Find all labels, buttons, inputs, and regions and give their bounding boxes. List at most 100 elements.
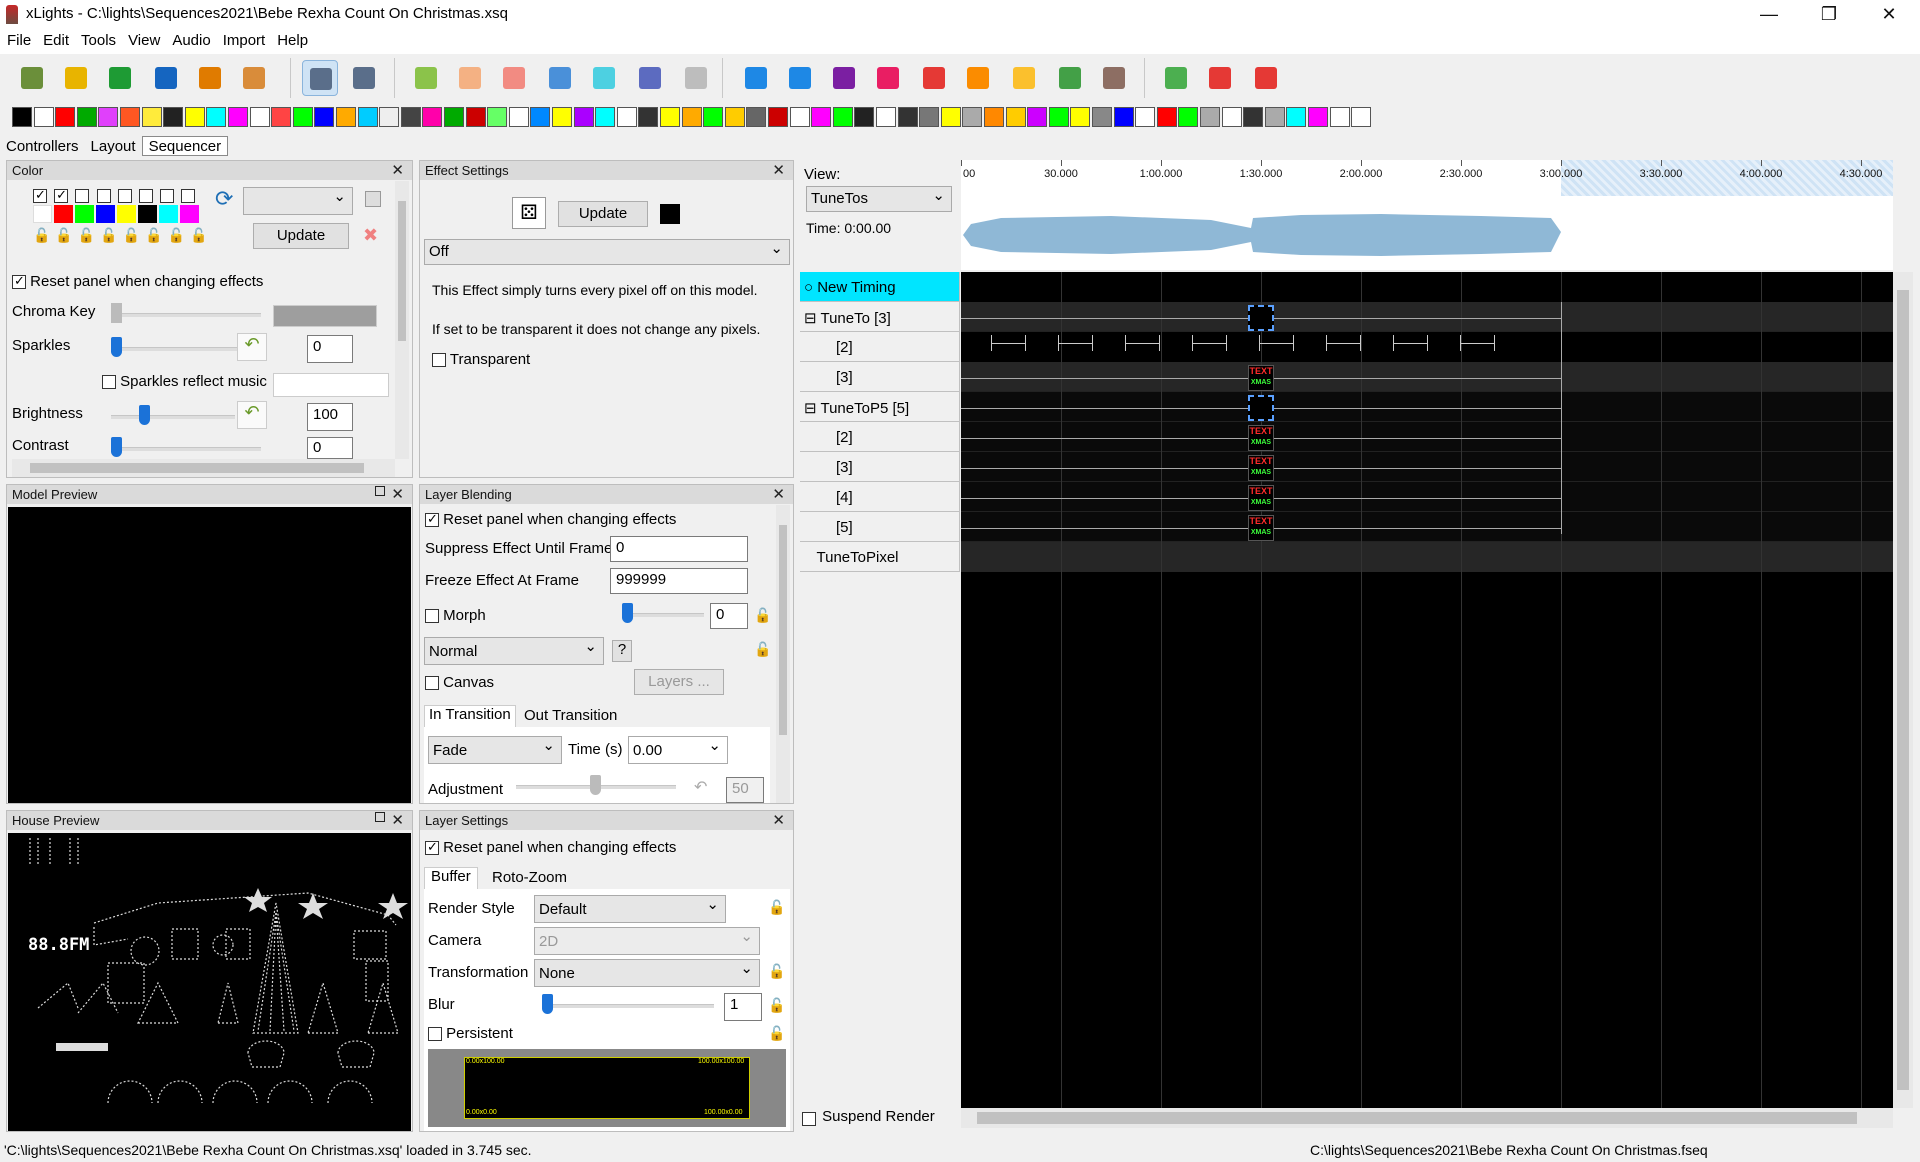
effect-palette-item[interactable] (292, 107, 313, 127)
blur-lock-icon[interactable]: 🔓 (768, 997, 785, 1014)
layer-blend-icon[interactable] (870, 60, 906, 96)
effect-palette-item[interactable] (573, 107, 594, 127)
contrast-slider-thumb[interactable] (111, 437, 122, 457)
effect-palette-item[interactable] (703, 107, 724, 127)
jukebox-icon[interactable] (1248, 60, 1284, 96)
effect-palette-item[interactable] (487, 107, 508, 127)
effect-palette-item[interactable] (789, 107, 810, 127)
effect-palette-item[interactable] (1048, 107, 1069, 127)
model-row-header[interactable]: [2] (800, 422, 960, 452)
effect-palette-item[interactable] (336, 107, 356, 127)
effect-palette-item[interactable] (768, 107, 788, 127)
suspend-render-checkbox[interactable] (802, 1112, 816, 1127)
effect-palette-item[interactable] (1200, 107, 1220, 127)
maximize-button[interactable]: ❐ (1800, 0, 1858, 30)
effect-palette-item[interactable] (465, 107, 486, 127)
contrast-value-input[interactable]: 0 (307, 437, 353, 459)
sparkles-slider-thumb[interactable] (111, 337, 122, 357)
palette-checkbox[interactable] (160, 189, 175, 204)
palette-checkbox[interactable] (75, 189, 90, 204)
maximize-icon[interactable] (375, 486, 385, 496)
effect-palette-item[interactable] (552, 107, 572, 127)
waveform[interactable] (961, 212, 1561, 258)
new-document-icon[interactable] (58, 60, 94, 96)
color-panel-vscroll[interactable] (395, 181, 409, 459)
effect-palette-item[interactable] (55, 107, 76, 127)
timing-mark[interactable] (1125, 343, 1159, 344)
chroma-slider-thumb[interactable] (111, 303, 122, 323)
palette-checkbox[interactable] (33, 187, 47, 204)
effect-palette-item[interactable] (616, 107, 637, 127)
model-row-header[interactable]: [3] (800, 362, 960, 392)
morph-checkbox[interactable] (425, 609, 439, 624)
brightness-value-input[interactable]: 100 (307, 403, 353, 431)
fast-forward-icon[interactable] (586, 60, 622, 96)
color-panel-hscroll[interactable] (12, 459, 395, 477)
replay-icon[interactable] (632, 60, 668, 96)
transition-time-input[interactable]: 0.00 (628, 736, 728, 764)
palette-swatch[interactable] (117, 205, 136, 223)
randomize-dice-icon[interactable]: ⚄ (512, 197, 546, 229)
palette-lock-icons[interactable]: 🔓🔓🔓🔓🔓🔓🔓🔓 (33, 227, 212, 244)
effect-palette-item[interactable] (271, 107, 292, 127)
reset-panel-checkbox[interactable] (12, 273, 26, 290)
tab-layout[interactable]: Layout (85, 137, 142, 157)
close-icon[interactable]: ✕ (391, 811, 404, 829)
lb-reset-panel-checkbox[interactable] (425, 511, 439, 528)
close-icon[interactable]: ✕ (772, 811, 785, 829)
model-row-header[interactable]: ⊟ TuneTo [3] (800, 302, 960, 332)
timing-mark[interactable] (1326, 343, 1360, 344)
persistent-lock-icon[interactable]: 🔓 (768, 1025, 785, 1042)
effect-palette-item[interactable] (919, 107, 940, 127)
effect-palette-item[interactable] (1308, 107, 1328, 127)
timing-mark[interactable] (1460, 343, 1494, 344)
grid-vscroll[interactable] (1893, 272, 1913, 1108)
palette-swatch[interactable] (96, 205, 115, 223)
effect-palette-item[interactable] (595, 107, 616, 127)
view-dropdown[interactable]: TuneTos (806, 186, 952, 212)
menu-tools[interactable]: Tools (74, 30, 121, 49)
palette-swatch[interactable] (33, 205, 52, 223)
timing-mark[interactable] (1192, 343, 1226, 344)
blend-help-button[interactable]: ? (612, 640, 632, 662)
morph-lock-icon[interactable]: 🔓 (754, 607, 771, 624)
blend-mode-dropdown[interactable]: Normal (424, 637, 604, 665)
effect-palette-item[interactable] (984, 107, 1004, 127)
model-row-header[interactable]: [3] (800, 452, 960, 482)
close-window-button[interactable]: ✕ (1860, 0, 1918, 30)
maximize-icon[interactable] (375, 812, 385, 822)
transition-type-dropdown[interactable]: Fade (428, 736, 562, 764)
sparkles-color-swatch[interactable] (273, 373, 389, 397)
effect-palette-item[interactable] (120, 107, 140, 127)
adjustment-vc-icon[interactable]: ↶ (694, 777, 707, 797)
effect-palette-item[interactable] (681, 107, 702, 127)
out-transition-tab[interactable]: Out Transition (520, 707, 621, 724)
open-green-folder-icon[interactable] (102, 60, 138, 96)
render-style-lock-icon[interactable]: 🔓 (768, 899, 785, 916)
model-row-header[interactable]: TuneToPixel (800, 542, 960, 572)
effect-palette-item[interactable] (660, 107, 680, 127)
effect-palette-item[interactable] (1005, 107, 1026, 127)
close-icon[interactable]: ✕ (391, 485, 404, 503)
green-gear-icon[interactable] (1052, 60, 1088, 96)
effect-palette-item[interactable] (854, 107, 875, 127)
effect-palette-item[interactable] (1243, 107, 1264, 127)
effect-palette-item[interactable] (33, 107, 54, 127)
model-preview-canvas[interactable] (8, 507, 411, 803)
effect-palette-item[interactable] (163, 107, 184, 127)
timer-icon[interactable] (302, 60, 338, 96)
effect-palette-item[interactable] (76, 107, 97, 127)
render-all-icon[interactable] (192, 60, 228, 96)
lightbulb-icon[interactable] (678, 60, 714, 96)
adjustment-slider-thumb[interactable] (590, 775, 601, 795)
layers-button[interactable]: Layers ... (634, 669, 724, 695)
roto-zoom-tab[interactable]: Roto-Zoom (486, 869, 573, 886)
effect-type-dropdown[interactable]: Off (424, 239, 790, 265)
in-transition-tab[interactable]: In Transition (424, 705, 516, 727)
buffer-preview[interactable]: 0.00x100.00 100.00x100.00 0.00x0.00 100.… (428, 1049, 786, 1127)
effect-palette-item[interactable] (1092, 107, 1112, 127)
transparent-checkbox[interactable] (432, 353, 446, 368)
effects-settings-icon[interactable] (826, 60, 862, 96)
effect-color-swatch[interactable] (660, 204, 680, 224)
suppress-frame-input[interactable]: 0 (610, 536, 748, 562)
